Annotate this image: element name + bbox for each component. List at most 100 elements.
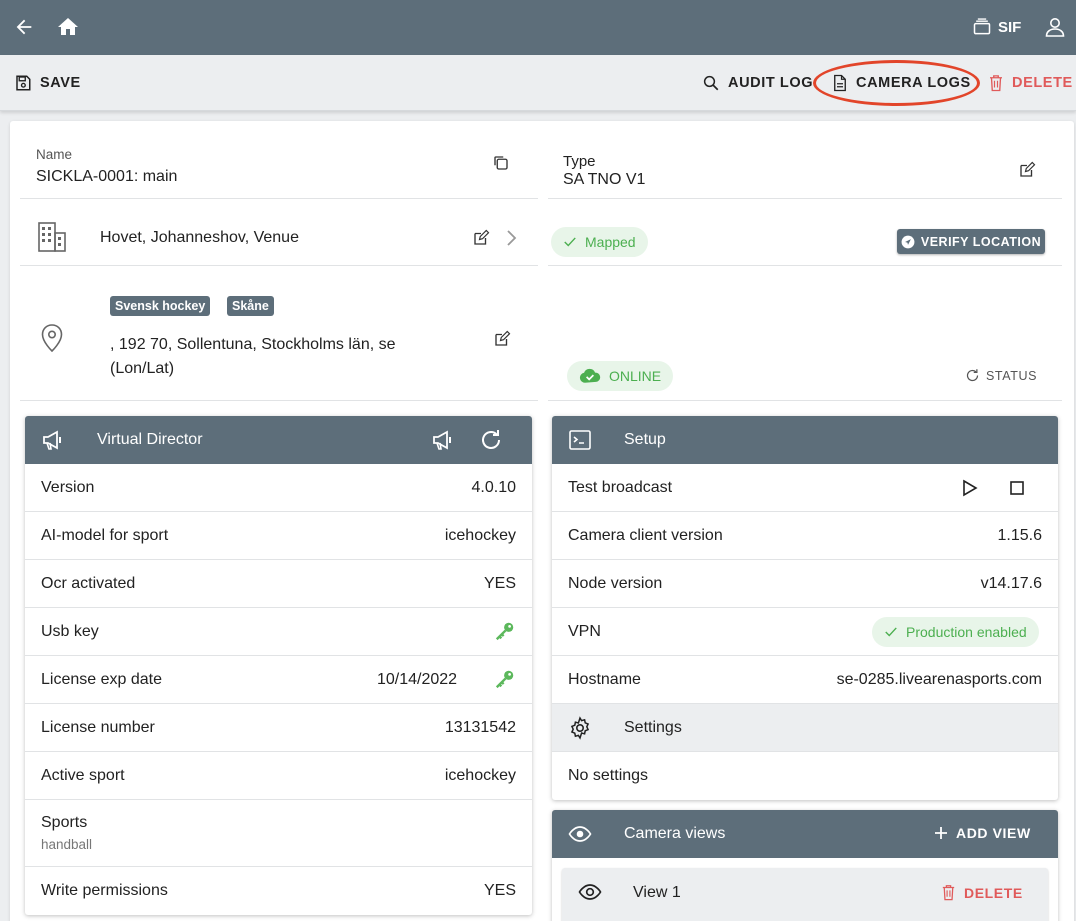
- type-value: SA TNO V1: [563, 171, 646, 188]
- tag-chip: Skåne: [227, 296, 274, 316]
- save-label: SAVE: [40, 75, 81, 91]
- online-label: ONLINE: [609, 368, 662, 384]
- audit-log-label: AUDIT LOG: [728, 75, 814, 91]
- virtual-director-panel: Virtual Director Version 4.0.10 AI-model…: [25, 416, 532, 915]
- announce-icon[interactable]: [431, 428, 455, 452]
- audit-log-button[interactable]: AUDIT LOG: [702, 72, 813, 94]
- test-broadcast-row: Test broadcast: [552, 464, 1058, 512]
- delete-view-label: DELETE: [964, 884, 1023, 901]
- trash-icon: [941, 884, 956, 901]
- edit-type-icon[interactable]: [1018, 161, 1036, 179]
- chevron-right-icon[interactable]: [505, 229, 517, 247]
- account-icon[interactable]: [1041, 13, 1069, 41]
- active-sport-row: Active sport icehockey: [25, 752, 532, 800]
- edit-address-icon[interactable]: [493, 330, 511, 348]
- row-value: icehockey: [444, 767, 516, 784]
- mapped-status-badge: Mapped: [551, 227, 648, 257]
- ai-model-row: AI-model for sport icehockey: [25, 512, 532, 560]
- eye-icon: [568, 822, 592, 846]
- organization-selector[interactable]: SIF: [972, 14, 1021, 40]
- row-value: 10/14/2022: [377, 671, 458, 688]
- building-icon: [37, 221, 67, 253]
- row-label: License number: [41, 719, 155, 736]
- home-icon[interactable]: [54, 13, 82, 41]
- play-icon[interactable]: [962, 479, 978, 497]
- row-label: Ocr activated: [41, 575, 136, 592]
- usb-key-row: Usb key: [25, 608, 532, 656]
- refresh-icon[interactable]: [479, 428, 503, 452]
- status-label: STATUS: [986, 368, 1038, 383]
- delete-label: DELETE: [1012, 75, 1073, 91]
- license-number-row: License number 13131542: [25, 704, 532, 752]
- status-refresh-button[interactable]: STATUS: [965, 368, 1037, 383]
- ocr-row: Ocr activated YES: [25, 560, 532, 608]
- row-label: Active sport: [41, 767, 125, 784]
- row-label: Test broadcast: [568, 479, 673, 496]
- gear-icon: [568, 716, 592, 740]
- row-label: Hostname: [568, 671, 641, 688]
- row-value: handball: [41, 837, 93, 852]
- add-view-button[interactable]: ADD VIEW: [934, 825, 1031, 841]
- add-view-label: ADD VIEW: [956, 825, 1031, 841]
- setup-header: Setup: [552, 416, 1058, 464]
- row-value: 1.15.6: [997, 527, 1042, 544]
- hostname-row: Hostname se-0285.livearenasports.com: [552, 656, 1058, 704]
- terminal-icon: [568, 428, 592, 452]
- virtual-director-title: Virtual Director: [97, 431, 203, 448]
- delete-view-button[interactable]: DELETE: [941, 884, 1023, 901]
- vpn-row: VPN Production enabled: [552, 608, 1058, 656]
- save-button[interactable]: SAVE: [14, 72, 81, 94]
- delete-button[interactable]: DELETE: [988, 72, 1073, 94]
- navigation-icon: [901, 235, 915, 249]
- mapped-label: Mapped: [585, 234, 636, 250]
- refresh-icon: [965, 368, 980, 383]
- vpn-status-badge: Production enabled: [872, 617, 1039, 647]
- camera-views-header: Camera views ADD VIEW: [552, 810, 1058, 858]
- row-label: VPN: [568, 623, 601, 640]
- back-arrow-icon[interactable]: [10, 13, 38, 41]
- verify-location-button[interactable]: VERIFY LOCATION: [897, 229, 1045, 254]
- license-exp-row: License exp date 10/14/2022: [25, 656, 532, 704]
- plus-icon: [934, 826, 948, 840]
- cloud-check-icon: [579, 368, 601, 384]
- row-value: 4.0.10: [471, 479, 516, 496]
- copy-icon[interactable]: [492, 154, 510, 172]
- row-value: 13131542: [444, 719, 516, 736]
- key-icon: [494, 668, 516, 690]
- check-icon: [884, 625, 898, 639]
- address-line-1: , 192 70, Sollentuna, Stockholms län, se: [110, 336, 396, 353]
- virtual-director-header: Virtual Director: [25, 416, 532, 464]
- app-bar: SIF: [0, 0, 1076, 55]
- address-line-2: (Lon/Lat): [110, 360, 175, 377]
- camera-logs-highlight-annotation: [813, 60, 980, 106]
- write-permissions-row: Write permissions YES: [25, 867, 532, 915]
- search-icon: [702, 74, 720, 92]
- online-status-badge: ONLINE: [567, 361, 674, 391]
- row-label: License exp date: [41, 671, 162, 688]
- organization-icon: [972, 17, 992, 37]
- row-label: Camera client version: [568, 527, 723, 544]
- eye-icon: [578, 880, 602, 904]
- vpn-status-label: Production enabled: [906, 624, 1027, 640]
- row-label: Version: [41, 479, 95, 496]
- row-value: YES: [483, 882, 516, 899]
- tag-chip: Svensk hockey: [110, 296, 211, 316]
- row-label: Node version: [568, 575, 663, 592]
- version-row: Version 4.0.10: [25, 464, 532, 512]
- node-version-row: Node version v14.17.6: [552, 560, 1058, 608]
- row-label: AI-model for sport: [41, 527, 169, 544]
- row-label: Usb key: [41, 623, 99, 640]
- settings-subheader: Settings: [552, 704, 1058, 752]
- row-label: Sports: [41, 814, 88, 831]
- name-label: Name: [36, 147, 73, 162]
- key-icon: [494, 620, 516, 642]
- row-value: icehockey: [444, 527, 516, 544]
- edit-venue-icon[interactable]: [472, 229, 490, 247]
- stop-icon[interactable]: [1009, 480, 1025, 496]
- view-name: View 1: [633, 884, 681, 901]
- camera-client-version-row: Camera client version 1.15.6: [552, 512, 1058, 560]
- row-label: Write permissions: [41, 882, 168, 899]
- camera-views-title: Camera views: [624, 825, 726, 842]
- camera-view-item[interactable]: View 1 DELETE: [562, 868, 1048, 921]
- row-value: YES: [483, 575, 516, 592]
